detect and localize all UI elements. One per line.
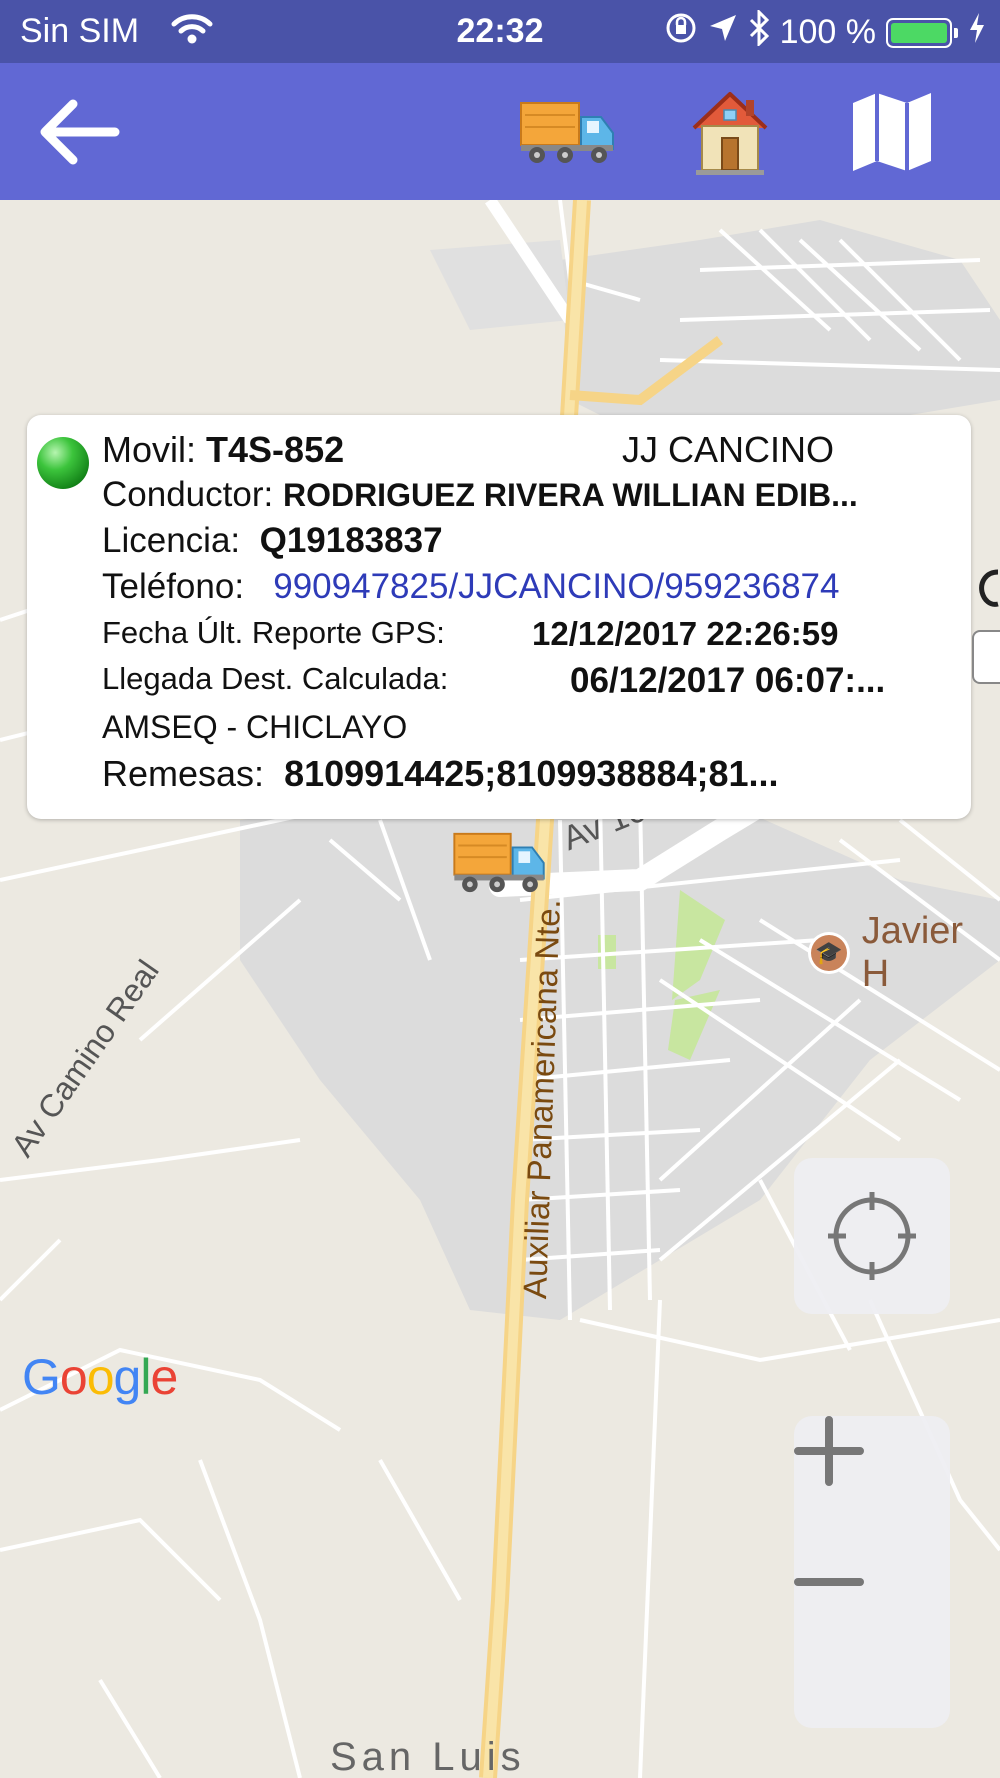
remesas-label: Remesas:: [102, 753, 265, 794]
status-indicator-icon: [37, 437, 89, 489]
arrow-left-icon: [40, 99, 120, 165]
location-arrow-icon: [708, 13, 738, 52]
crosshair-icon: [828, 1192, 916, 1280]
licencia-value: Q19183837: [259, 521, 443, 560]
google-logo-letter: o: [59, 1349, 88, 1405]
minus-icon: [794, 1578, 864, 1586]
remesas-value: 8109914425;8109938884;81...: [284, 753, 779, 794]
telefono-row: Teléfono: 990947825/JJCANCINO/959236874: [102, 567, 839, 607]
llegada-label: Llegada Dest. Calculada:: [102, 661, 449, 696]
road-shield-icon: [972, 630, 1000, 684]
zoom-in-button[interactable]: [794, 1416, 950, 1572]
battery-icon: [886, 17, 952, 48]
telefono-link[interactable]: 990947825/JJCANCINO/959236874: [273, 567, 839, 606]
charging-icon: [968, 12, 986, 53]
movil-row: Movil: T4S-852: [102, 429, 344, 471]
google-logo-letter: g: [113, 1349, 142, 1405]
map-button[interactable]: [842, 83, 942, 181]
company-name: JJ CANCINO: [622, 429, 835, 470]
truck-button[interactable]: [518, 83, 618, 181]
phone-icon[interactable]: [976, 568, 1000, 613]
home-button[interactable]: [680, 83, 780, 181]
house-icon: [692, 92, 768, 175]
google-logo-letter: e: [150, 1349, 178, 1405]
google-logo-letter: G: [22, 1349, 61, 1405]
my-location-button[interactable]: [794, 1158, 950, 1314]
google-logo: Google: [22, 1348, 178, 1406]
licencia-label: Licencia:: [102, 521, 241, 560]
poi-marker[interactable]: 🎓 Javier H: [808, 910, 1000, 996]
llegada-row: Llegada Dest. Calculada: 06/12/2017 06:0…: [102, 661, 885, 700]
truck-icon: [453, 832, 545, 893]
llegada-value: 06/12/2017 06:07:...: [570, 661, 886, 700]
status-bar: Sin SIM 22:32 100 %: [0, 0, 1000, 63]
folded-map-icon: [853, 93, 931, 171]
battery-percent: 100 %: [779, 13, 876, 51]
rotation-lock-icon: [664, 11, 698, 54]
conductor-value: RODRIGUEZ RIVERA WILLIAN EDIB...: [282, 477, 858, 513]
fecha-row: Fecha Últ. Reporte GPS: 12/12/2017 22:26…: [102, 615, 838, 652]
plus-icon: [794, 1416, 864, 1486]
poi-label: Javier H: [861, 910, 964, 995]
zoom-out-button[interactable]: [794, 1572, 950, 1728]
bluetooth-icon: [748, 8, 770, 55]
movil-label: Movil:: [102, 429, 197, 470]
battery-tip: [954, 27, 958, 38]
truck-icon: [520, 102, 614, 163]
google-logo-letter: l: [140, 1349, 151, 1405]
licencia-row: Licencia: Q19183837: [102, 521, 443, 561]
place-label-san-luis: San Luis: [330, 1735, 526, 1778]
fecha-value: 12/12/2017 22:26:59: [532, 615, 839, 652]
conductor-label: Conductor:: [102, 475, 274, 514]
remesas-row: Remesas: 8109914425;8109938884;81...: [102, 753, 779, 795]
route-label: AMSEQ - CHICLAYO: [102, 709, 408, 745]
google-logo-letter: o: [86, 1349, 115, 1405]
vehicle-info-window[interactable]: Movil: T4S-852 JJ CANCINO Conductor: ROD…: [27, 415, 971, 819]
telefono-label: Teléfono:: [102, 567, 245, 606]
fecha-label: Fecha Últ. Reporte GPS:: [102, 615, 445, 650]
conductor-row: Conductor: RODRIGUEZ RIVERA WILLIAN EDIB…: [102, 475, 858, 515]
zoom-controls: [794, 1416, 950, 1728]
back-button[interactable]: [28, 83, 128, 181]
movil-value: T4S-852: [206, 429, 345, 470]
battery-fill: [891, 22, 947, 43]
school-icon: 🎓: [808, 932, 850, 974]
top-toolbar: [0, 63, 1000, 200]
